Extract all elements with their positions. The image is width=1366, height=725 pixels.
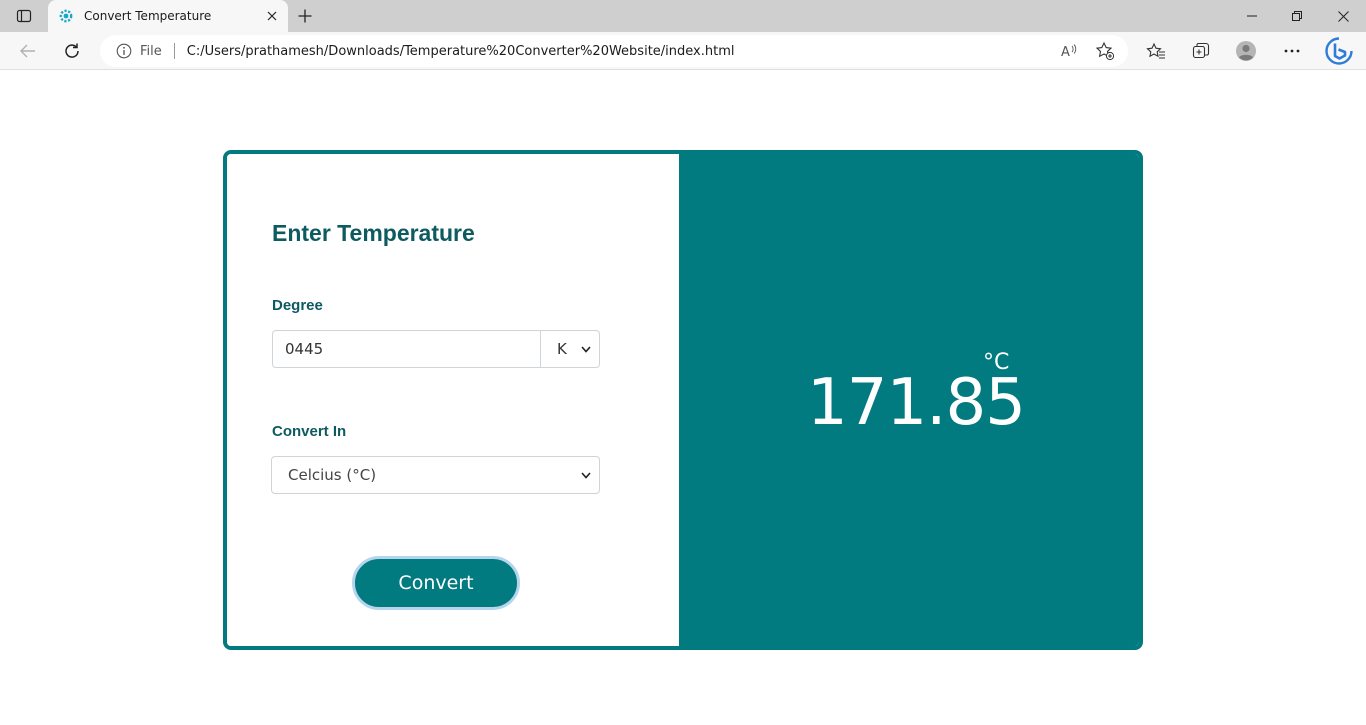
more-options-icon[interactable] bbox=[1277, 36, 1307, 66]
address-bar[interactable]: File C:/Users/prathamesh/Downloads/Tempe… bbox=[100, 35, 1128, 67]
tab-bar: Convert Temperature bbox=[0, 0, 1366, 32]
profile-avatar-icon[interactable] bbox=[1231, 36, 1261, 66]
collections-icon[interactable] bbox=[1186, 36, 1216, 66]
favorites-icon[interactable] bbox=[1141, 36, 1171, 66]
address-separator bbox=[173, 43, 175, 59]
unit-select[interactable]: K bbox=[541, 330, 600, 368]
tab-actions-icon[interactable] bbox=[8, 4, 40, 28]
chevron-down-icon bbox=[581, 470, 591, 480]
svg-text:A: A bbox=[1061, 45, 1070, 59]
url-text[interactable]: C:/Users/prathamesh/Downloads/Temperatur… bbox=[187, 44, 735, 59]
result-unit: °C bbox=[983, 350, 1010, 375]
gear-favicon-icon bbox=[58, 8, 74, 24]
add-favorite-icon[interactable] bbox=[1093, 39, 1117, 63]
convert-in-select-value: Celcius (°C) bbox=[288, 466, 377, 484]
page-heading: Enter Temperature bbox=[272, 220, 475, 246]
close-tab-icon[interactable] bbox=[264, 8, 280, 24]
convert-button[interactable]: Convert bbox=[352, 556, 520, 610]
browser-tab[interactable]: Convert Temperature bbox=[48, 0, 288, 32]
unit-select-value: K bbox=[557, 340, 567, 358]
degree-label: Degree bbox=[272, 297, 323, 314]
result-value: 171.85 bbox=[807, 366, 1026, 440]
degree-input-group: K bbox=[272, 330, 600, 368]
convert-in-select[interactable]: Celcius (°C) bbox=[271, 456, 600, 494]
refresh-icon[interactable] bbox=[57, 36, 87, 66]
info-icon[interactable] bbox=[116, 43, 132, 59]
chevron-down-icon bbox=[581, 344, 591, 354]
result-panel: 171.85 °C bbox=[679, 154, 1139, 646]
minimize-icon[interactable] bbox=[1229, 0, 1275, 32]
restore-icon[interactable] bbox=[1274, 0, 1320, 32]
convert-in-label: Convert In bbox=[272, 423, 347, 440]
tab-title: Convert Temperature bbox=[84, 9, 212, 23]
converter-card: Enter Temperature Degree K Convert In Ce… bbox=[223, 150, 1143, 650]
bing-copilot-icon[interactable] bbox=[1322, 34, 1356, 68]
new-tab-icon[interactable] bbox=[292, 4, 318, 28]
degree-input[interactable] bbox=[272, 330, 541, 368]
input-panel: Enter Temperature Degree K Convert In Ce… bbox=[227, 154, 679, 646]
file-label: File bbox=[140, 43, 162, 59]
back-icon[interactable] bbox=[13, 36, 43, 66]
close-window-icon[interactable] bbox=[1320, 0, 1366, 32]
browser-toolbar: File C:/Users/prathamesh/Downloads/Tempe… bbox=[0, 32, 1366, 70]
read-aloud-icon[interactable]: A bbox=[1057, 39, 1081, 63]
